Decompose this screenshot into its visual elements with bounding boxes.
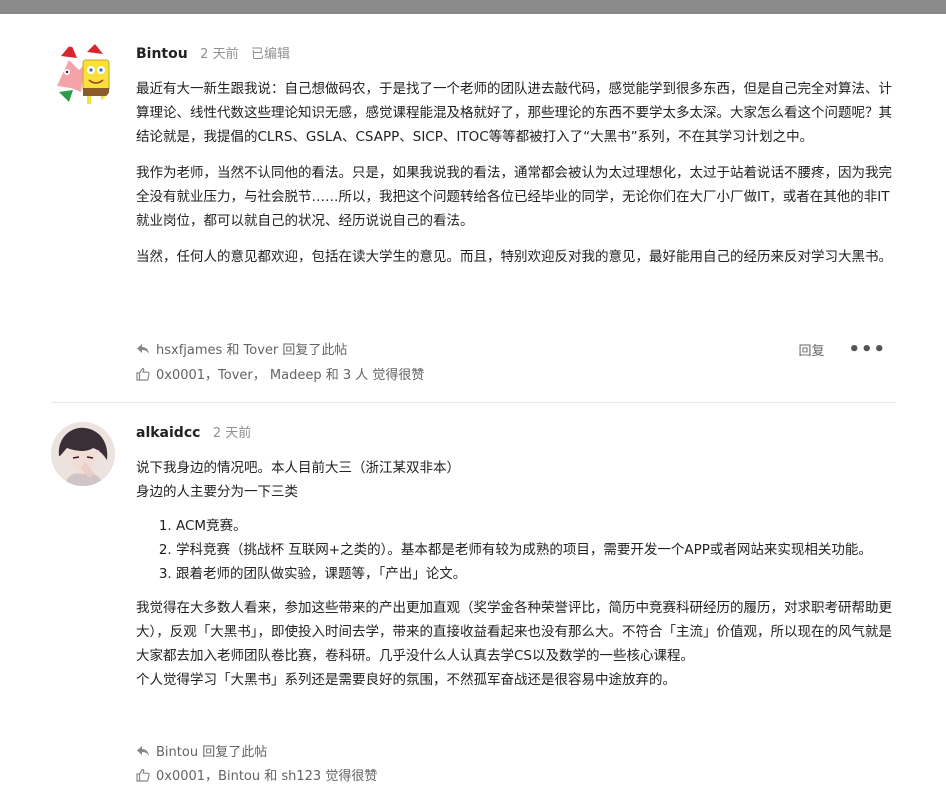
reply-info[interactable]: hsxfjames 和 Tover 回复了此帖	[136, 339, 347, 358]
post-divider	[51, 402, 896, 403]
post-body: 说下我身边的情况吧。本人目前大三（浙江某双非本） 身边的人主要分为一下三类 AC…	[136, 456, 896, 692]
username[interactable]: Bintou	[136, 46, 188, 62]
likes-text: 0x0001，Tover， Madeep 和 3 人 觉得很赞	[156, 368, 425, 383]
reply-button[interactable]: 回复	[798, 340, 824, 359]
top-bar	[0, 0, 946, 14]
post-line: 说下我身边的情况吧。本人目前大三（浙江某双非本）	[136, 460, 460, 476]
reply-info-text: hsxfjames 和 Tover 回复了此帖	[156, 343, 348, 358]
thumbs-up-icon	[136, 367, 150, 381]
username[interactable]: alkaidcc	[136, 425, 200, 441]
post-paragraph: 个人觉得学习「大黑书」系列还是需要良好的氛围，不然孤军奋战还是很容易中途放弃的。	[136, 672, 676, 688]
list-item: 学科竞赛（挑战杯 互联网+之类的）。基本都是老师有较为成熟的项目，需要开发一个A…	[176, 538, 896, 562]
post-time[interactable]: 2 天前	[200, 47, 238, 62]
post-line: 身边的人主要分为一下三类	[136, 484, 298, 500]
post-time[interactable]: 2 天前	[213, 426, 251, 441]
post-paragraph: 我作为老师，当然不认同他的看法。只是，如果我说我的看法，通常都会被认为太过理想化…	[136, 165, 892, 229]
post-paragraph: 当然，任何人的意见都欢迎，包括在读大学生的意见。而且，特别欢迎反对我的意见，最好…	[136, 249, 892, 265]
post-paragraph: 我觉得在大多数人看来，参加这些带来的产出更加直观（奖学金各种荣誉评比，简历中竞赛…	[136, 600, 892, 664]
edited-indicator[interactable]: 已编辑	[251, 47, 290, 62]
likes-info[interactable]: 0x0001，Tover， Madeep 和 3 人 觉得很赞	[136, 364, 424, 383]
post-actions: 回复 •••	[798, 339, 886, 360]
likes-text: 0x0001，Bintou 和 sh123 觉得很赞	[156, 769, 378, 784]
post-meta: Bintou 2 天前 已编辑	[136, 43, 290, 62]
list-item: ACM竞赛。	[176, 514, 896, 538]
list-item: 跟着老师的团队做实验，课题等，「产出」论文。	[176, 562, 896, 586]
reply-arrow-icon	[137, 745, 149, 756]
spongebob-avatar-icon	[51, 42, 115, 106]
ellipsis-icon[interactable]: •••	[848, 339, 886, 360]
likes-info[interactable]: 0x0001，Bintou 和 sh123 觉得很赞	[136, 765, 377, 784]
post-paragraph: 最近有大一新生跟我说：自己想做码农，于是找了一个老师的团队进去敲代码，感觉能学到…	[136, 81, 892, 145]
reply-info-text: Bintou 回复了此帖	[156, 745, 268, 760]
avatar[interactable]	[51, 422, 115, 486]
ordered-list: ACM竞赛。 学科竞赛（挑战杯 互联网+之类的）。基本都是老师有较为成熟的项目，…	[136, 514, 896, 586]
post-meta: alkaidcc 2 天前	[136, 422, 251, 441]
avatar[interactable]	[51, 42, 115, 106]
post-body: 最近有大一新生跟我说：自己想做码农，于是找了一个老师的团队进去敲代码，感觉能学到…	[136, 77, 896, 281]
reply-info[interactable]: Bintou 回复了此帖	[136, 741, 267, 760]
thumbs-up-icon	[136, 768, 150, 782]
reply-arrow-icon	[137, 343, 149, 354]
anime-avatar-icon	[51, 422, 115, 486]
